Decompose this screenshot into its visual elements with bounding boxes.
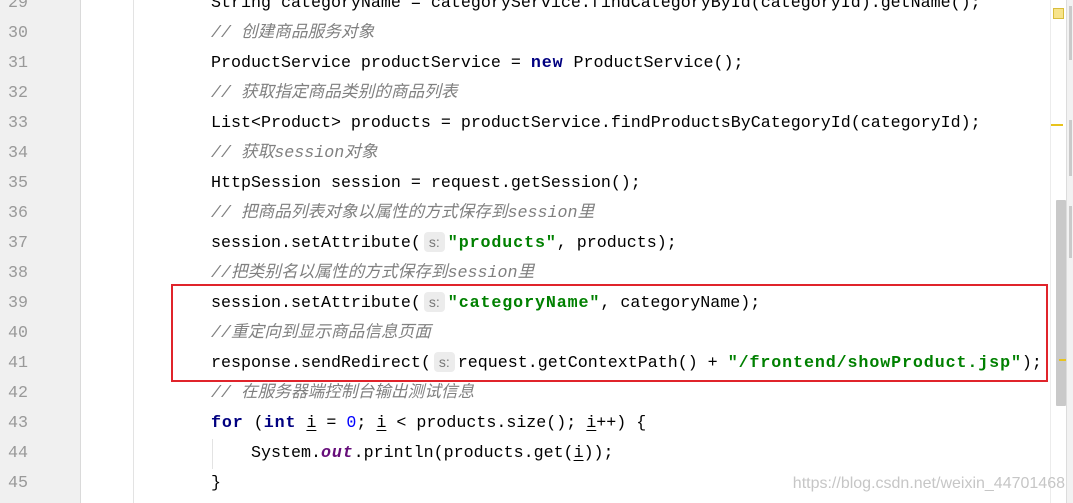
line-number[interactable]: 45 xyxy=(8,469,28,499)
code-text: } xyxy=(211,474,221,493)
code-text: ; xyxy=(356,414,377,433)
code-line[interactable]: for (int i = 0; i < products.size(); i++… xyxy=(211,409,1042,439)
line-number[interactable]: 38 xyxy=(8,259,28,289)
comment-text: // 获取session对象 xyxy=(211,144,378,163)
line-number[interactable]: 34 xyxy=(8,139,28,169)
warning-stripe-mark[interactable] xyxy=(1059,359,1066,361)
keyword-token: for xyxy=(211,414,244,433)
watermark-text: https://blog.csdn.net/weixin_44701468 xyxy=(792,475,1065,492)
code-text: .println(products.get( xyxy=(353,444,574,463)
code-line[interactable]: // 获取session对象 xyxy=(211,139,1042,169)
code-editor[interactable]: String categoryName = categoryService.fi… xyxy=(81,0,1050,503)
line-number[interactable]: 29 xyxy=(8,0,28,19)
code-text: String categoryName = categoryService.fi… xyxy=(211,0,981,13)
code-line[interactable]: // 把商品列表对象以属性的方式保存到session里 xyxy=(211,199,1042,229)
tool-window-tab[interactable] xyxy=(1069,120,1072,176)
line-number[interactable]: 37 xyxy=(8,229,28,259)
code-line[interactable]: session.setAttribute(s: "products", produ… xyxy=(211,229,1042,259)
code-lines[interactable]: String categoryName = categoryService.fi… xyxy=(211,0,1042,499)
code-text: System. xyxy=(251,444,321,463)
code-text: ProductService productService = xyxy=(211,54,531,73)
line-number[interactable]: 32 xyxy=(8,79,28,109)
line-number[interactable]: 44 xyxy=(8,439,28,469)
right-tool-window-bar xyxy=(1066,0,1073,503)
parameter-name-hint: s: xyxy=(423,231,445,252)
comment-text: // 在服务器端控制台输出测试信息 xyxy=(211,384,475,403)
static-field-token: out xyxy=(320,444,354,463)
code-line[interactable]: session.setAttribute(s: "categoryName", c… xyxy=(211,289,1042,319)
code-text: response.sendRedirect( xyxy=(211,354,431,373)
number-literal: 0 xyxy=(346,414,357,433)
code-line[interactable]: response.sendRedirect(s: request.getConte… xyxy=(211,349,1042,379)
line-number[interactable]: 42 xyxy=(8,379,28,409)
string-literal: "/frontend/showProduct.jsp" xyxy=(727,354,1022,373)
line-number[interactable]: 36 xyxy=(8,199,28,229)
line-number[interactable]: 41 xyxy=(8,349,28,379)
line-number-column: 29 30 31 32 33 34 35 36 37 38 39 40 41 42 43 44 45 xyxy=(8,0,28,499)
line-number[interactable]: 40 xyxy=(8,319,28,349)
code-editor-window: 29 30 31 32 33 34 35 36 37 38 39 40 41 42 43 44 45 Strin… xyxy=(0,0,1073,503)
comment-text: //把类别名以属性的方式保存到session里 xyxy=(211,264,535,283)
code-text: ); xyxy=(1021,354,1042,373)
variable-token: i xyxy=(306,414,317,433)
code-line[interactable]: System.out.println(products.get(i)); xyxy=(211,439,1042,469)
line-number[interactable]: 31 xyxy=(8,49,28,79)
line-number[interactable]: 35 xyxy=(8,169,28,199)
code-text: List<Product> products = productService.… xyxy=(211,114,981,133)
code-text: session.setAttribute( xyxy=(211,234,421,253)
scrollbar-thumb[interactable] xyxy=(1056,200,1066,406)
code-line[interactable]: // 获取指定商品类别的商品列表 xyxy=(211,79,1042,109)
code-line[interactable]: String categoryName = categoryService.fi… xyxy=(211,0,1042,19)
inspection-status-icon[interactable] xyxy=(1053,8,1064,19)
code-text: session.setAttribute( xyxy=(211,294,421,313)
code-text: ProductService(); xyxy=(563,54,744,73)
code-text: ( xyxy=(243,414,264,433)
parameter-name-hint: s: xyxy=(423,291,445,312)
comment-text: // 把商品列表对象以属性的方式保存到session里 xyxy=(211,204,595,223)
code-text: , products); xyxy=(556,234,677,253)
keyword-token: new xyxy=(530,54,564,73)
comment-text: //重定向到显示商品信息页面 xyxy=(211,324,431,343)
code-text: ++) { xyxy=(596,414,647,433)
line-number[interactable]: 43 xyxy=(8,409,28,439)
code-line[interactable]: HttpSession session = request.getSession… xyxy=(211,169,1042,199)
parameter-name-hint: s: xyxy=(433,351,455,372)
code-line[interactable]: //重定向到显示商品信息页面 xyxy=(211,319,1042,349)
line-number[interactable]: 39 xyxy=(8,289,28,319)
string-literal: "products" xyxy=(447,234,557,253)
string-literal: "categoryName" xyxy=(447,294,601,313)
tool-window-tab[interactable] xyxy=(1069,206,1072,258)
code-line[interactable]: //把类别名以属性的方式保存到session里 xyxy=(211,259,1042,289)
code-text: request.getContextPath() + xyxy=(457,354,728,373)
comment-text: // 创建商品服务对象 xyxy=(211,24,375,43)
line-number[interactable]: 30 xyxy=(8,19,28,49)
vertical-scrollbar[interactable] xyxy=(1051,0,1066,503)
code-line[interactable]: // 在服务器端控制台输出测试信息 xyxy=(211,379,1042,409)
code-text: < products.size(); xyxy=(386,414,587,433)
keyword-token: int xyxy=(263,414,297,433)
code-text: , categoryName); xyxy=(600,294,761,313)
code-line[interactable]: // 创建商品服务对象 xyxy=(211,19,1042,49)
code-text: HttpSession session = request.getSession… xyxy=(211,174,641,193)
warning-stripe-mark[interactable] xyxy=(1051,124,1063,126)
line-number-gutter[interactable]: 29 30 31 32 33 34 35 36 37 38 39 40 41 42 43 44 45 xyxy=(0,0,81,503)
code-line[interactable]: ProductService productService = new Prod… xyxy=(211,49,1042,79)
variable-token: i xyxy=(586,414,597,433)
comment-text: // 获取指定商品类别的商品列表 xyxy=(211,84,458,103)
tool-window-tab[interactable] xyxy=(1069,6,1072,60)
code-text: = xyxy=(316,414,347,433)
variable-token: i xyxy=(573,444,584,463)
code-line[interactable]: List<Product> products = productService.… xyxy=(211,109,1042,139)
line-number[interactable]: 33 xyxy=(8,109,28,139)
indent-guide xyxy=(133,0,134,503)
variable-token: i xyxy=(376,414,387,433)
code-text: )); xyxy=(583,444,614,463)
